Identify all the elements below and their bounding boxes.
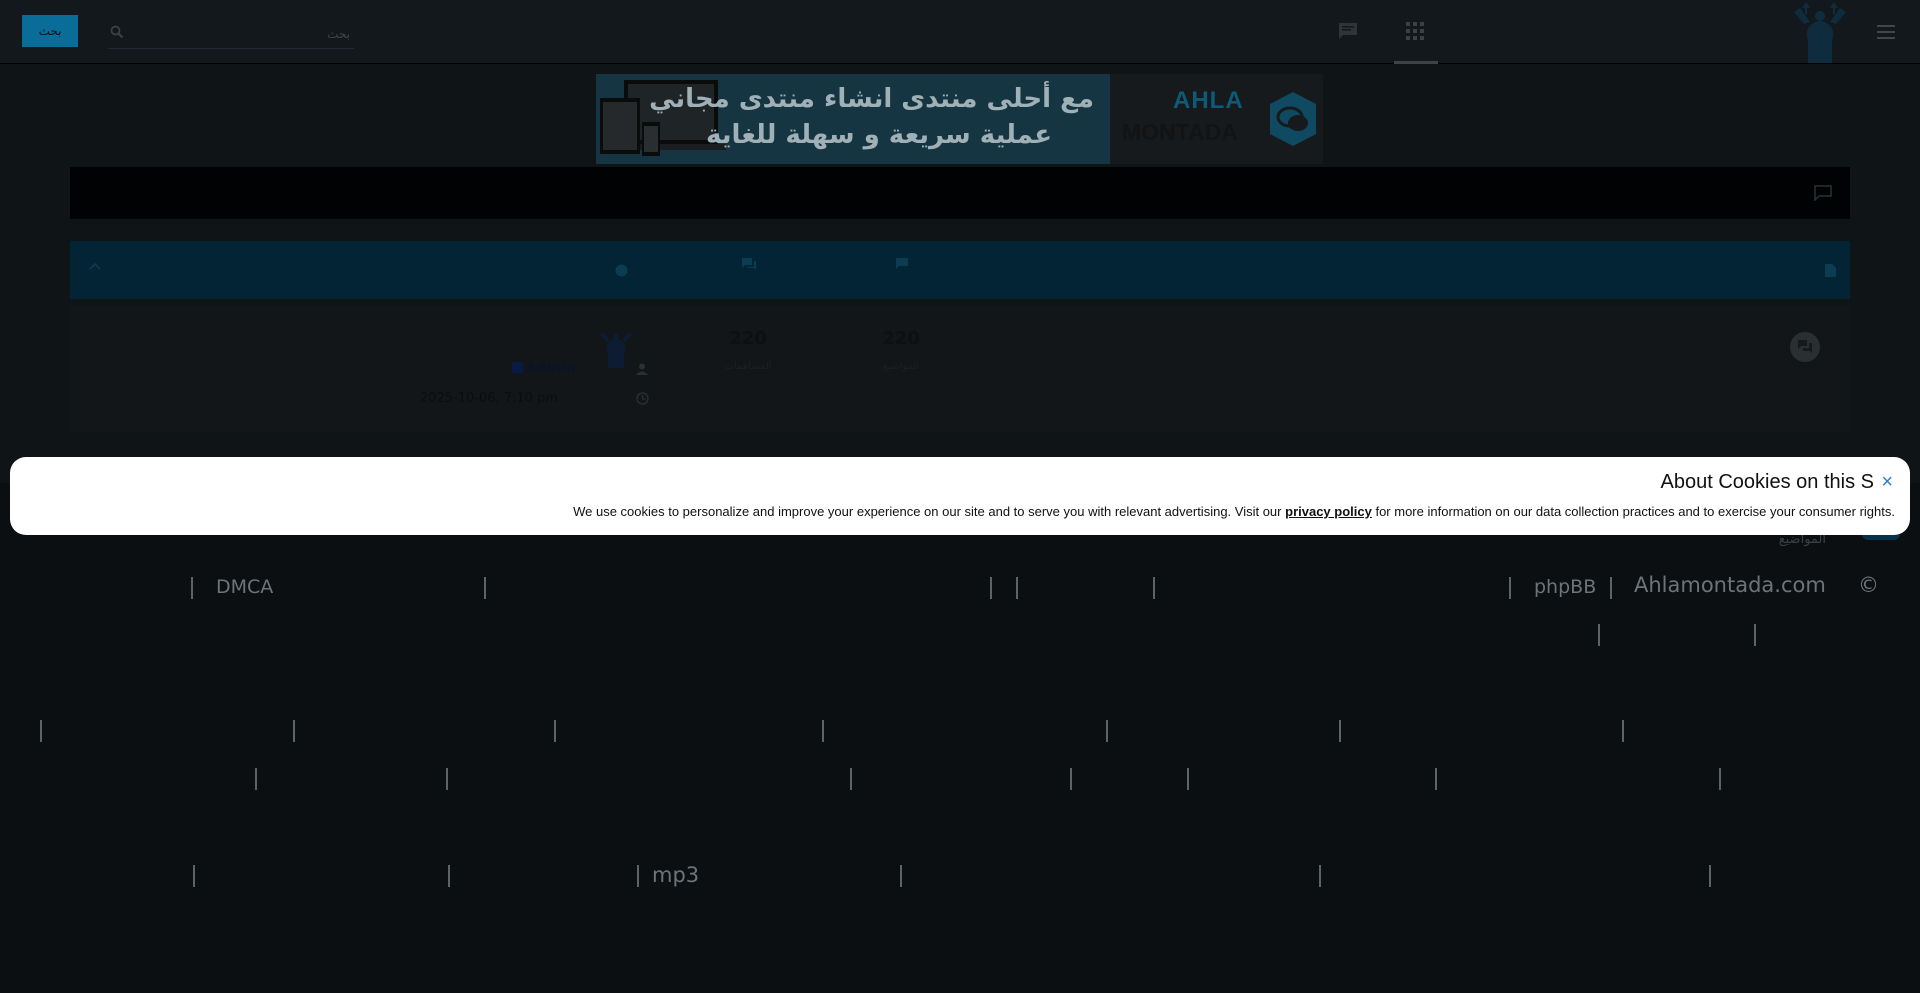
forum-table-header: [70, 241, 1850, 299]
separator: [191, 577, 193, 599]
separator: [850, 768, 852, 790]
separator: [637, 865, 639, 887]
brand-name-1: AHLA: [1173, 87, 1244, 114]
topics-stat: 220 المواضيع: [856, 328, 946, 372]
separator: [1719, 768, 1721, 790]
footer-links-row-1: © Ahlamontada.com phpBB DMCA: [0, 573, 1920, 603]
separator: [1016, 577, 1018, 599]
footer-links-row-4: [0, 768, 1920, 798]
separator: [1754, 624, 1756, 646]
banner-headline-1: مع أحلى منتدى انشاء منتدى مجاني: [649, 84, 1094, 114]
separator: [1622, 720, 1624, 742]
cookie-title: About Cookies on this S: [1660, 471, 1874, 493]
cookie-message: We use cookies to personalize and improv…: [573, 504, 1895, 519]
separator: [990, 577, 992, 599]
cookie-consent-dialog: × About Cookies on this S We use cookies…: [10, 457, 1910, 535]
category-header-bar: [70, 167, 1850, 219]
separator: [1070, 768, 1072, 790]
dmca-link[interactable]: DMCA: [216, 576, 273, 598]
separator: [193, 865, 195, 887]
posts-count: 220: [729, 328, 767, 349]
separator: [1509, 577, 1511, 599]
separator: [900, 865, 902, 887]
posts-label: المساهمات: [724, 361, 772, 372]
last-post-author-link[interactable]: Admin: [511, 360, 576, 376]
separator: [446, 768, 448, 790]
post-icon: [896, 258, 908, 269]
brand-name-2: MONTADA: [1122, 119, 1238, 145]
last-poster-avatar[interactable]: [598, 328, 634, 368]
profile-link-icon: [511, 362, 523, 373]
separator: [40, 720, 42, 742]
collapse-chevron-icon[interactable]: [89, 262, 101, 270]
last-post-date: 2025-10-06, 7:10 pm: [419, 391, 558, 406]
separator: [484, 577, 486, 599]
separator: [1709, 865, 1711, 887]
separator: [1187, 768, 1189, 790]
topics-count: 220: [882, 328, 920, 349]
last-post-icon: [615, 264, 628, 277]
hamburger-menu-icon[interactable]: [1874, 20, 1898, 44]
separator: [255, 768, 257, 790]
search-icon: [110, 25, 124, 39]
forum-logo[interactable]: [1790, 0, 1850, 63]
separator: [1435, 768, 1437, 790]
phpbb-link[interactable]: phpBB: [1534, 576, 1596, 598]
search-box: [108, 18, 354, 49]
document-icon: [1825, 264, 1836, 277]
forum-chat-icon: [1798, 340, 1812, 353]
separator: [554, 720, 556, 742]
forum-row: 220 المواضيع 220 المساهمات Admin 2025-10…: [70, 306, 1850, 432]
comment-icon: [1814, 185, 1832, 201]
search-submit-button[interactable]: بحث: [22, 15, 78, 47]
footer-links-row-5: mp3: [0, 863, 1920, 893]
ad-banner[interactable]: مع أحلى منتدى انشاء منتدى مجاني عملية سر…: [596, 74, 1323, 164]
separator: [293, 720, 295, 742]
separator: [1610, 577, 1612, 599]
copyright-symbol: ©: [1858, 573, 1879, 597]
topics-icon: [742, 258, 756, 270]
separator: [1339, 720, 1341, 742]
clock-icon: [636, 392, 649, 405]
mp3-link[interactable]: mp3: [652, 863, 699, 887]
nav-chat[interactable]: [1326, 14, 1370, 50]
user-icon: [636, 363, 648, 375]
cookie-message-end: for more information on our data collect…: [1375, 504, 1895, 519]
separator: [1153, 577, 1155, 599]
separator: [822, 720, 824, 742]
site-link[interactable]: Ahlamontada.com: [1634, 573, 1826, 597]
forum-status-icon: [1790, 332, 1820, 362]
banner-headline-2: عملية سريعة و سهلة للغاية: [706, 120, 1052, 150]
top-bar: بحث: [0, 0, 1920, 64]
cookie-message-start: We use cookies to personalize and improv…: [573, 504, 1282, 519]
footer-links-row-3: [0, 720, 1920, 750]
banner-brand: AHLA MONTADA: [1110, 74, 1323, 164]
footer-links-row-2: [0, 622, 1920, 652]
chat-icon: [1339, 23, 1357, 39]
search-input[interactable]: [134, 20, 352, 48]
banner-promo: مع أحلى منتدى انشاء منتدى مجاني عملية سر…: [596, 74, 1110, 164]
nav-apps-tab[interactable]: [1394, 14, 1438, 64]
privacy-policy-link[interactable]: privacy policy: [1285, 504, 1372, 519]
separator: [1319, 865, 1321, 887]
apps-grid-icon: [1406, 22, 1424, 40]
separator: [448, 865, 450, 887]
topics-label: المواضيع: [882, 361, 920, 372]
close-icon[interactable]: ×: [1881, 470, 1893, 494]
separator: [1598, 624, 1600, 646]
chat-bubble-logo-icon: [1270, 92, 1316, 146]
last-post-author[interactable]: Admin: [526, 360, 576, 376]
separator: [1106, 720, 1108, 742]
posts-stat: 220 المساهمات: [703, 328, 793, 372]
